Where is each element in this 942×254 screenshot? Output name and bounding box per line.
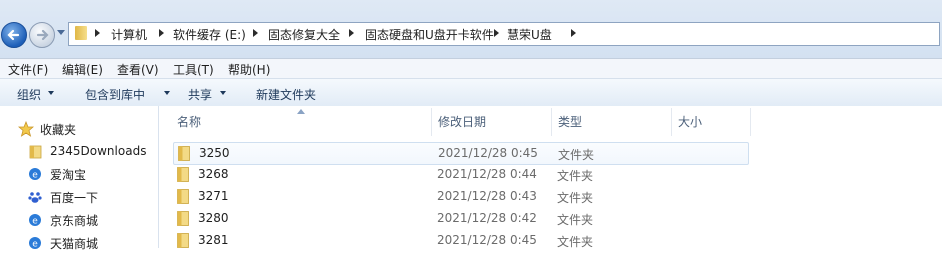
file-name: 3281 bbox=[198, 233, 229, 247]
arrow-left-icon bbox=[7, 29, 20, 41]
nav-label: 京东商城 bbox=[50, 214, 99, 228]
svg-text:e: e bbox=[32, 171, 38, 181]
dropdown-caret-icon bbox=[220, 91, 226, 95]
arrow-right-icon bbox=[36, 29, 49, 41]
file-modified: 2021/12/28 0:43 bbox=[437, 189, 537, 203]
file-type: 文件夹 bbox=[557, 169, 594, 183]
ie-link-icon: e bbox=[29, 168, 41, 181]
file-name: 3280 bbox=[198, 211, 229, 225]
breadcrumb-drive-e[interactable]: 软件缓存 (E:) bbox=[173, 26, 246, 43]
column-divider[interactable] bbox=[551, 108, 552, 136]
file-type: 文件夹 bbox=[557, 191, 594, 205]
file-row[interactable]: 3250 2021/12/28 0:45 文件夹 bbox=[173, 142, 749, 165]
nav-label: 爱淘宝 bbox=[50, 168, 87, 182]
file-modified: 2021/12/28 0:45 bbox=[438, 146, 538, 160]
file-modified: 2021/12/28 0:42 bbox=[437, 211, 537, 225]
dropdown-caret-icon bbox=[164, 91, 170, 95]
breadcrumb-mptool-software[interactable]: 固态硬盘和U盘开卡软件 bbox=[365, 26, 494, 43]
folder-icon bbox=[29, 145, 42, 159]
nav-label: 百度一下 bbox=[50, 191, 99, 205]
file-list: 名称 修改日期 类型 大小 3250 2021/12/28 0:45 文件夹 3… bbox=[159, 106, 942, 249]
column-header-name[interactable]: 名称 bbox=[177, 113, 201, 130]
menu-tools[interactable]: 工具(T) bbox=[173, 61, 214, 78]
folder-icon bbox=[75, 26, 87, 40]
nav-item-aitaobao[interactable]: e 爱淘宝 bbox=[0, 163, 158, 185]
address-bar[interactable]: 计算机 软件缓存 (E:) 固态修复大全 固态硬盘和U盘开卡软件 慧荣U盘 bbox=[68, 22, 940, 46]
file-modified: 2021/12/28 0:44 bbox=[437, 167, 537, 181]
breadcrumb-separator-icon[interactable] bbox=[349, 29, 354, 37]
share-button[interactable]: 共享 bbox=[188, 86, 212, 103]
file-name: 3271 bbox=[198, 189, 229, 203]
nav-item-favorites[interactable]: 收藏夹 bbox=[0, 118, 158, 140]
ie-link-icon: e bbox=[29, 214, 41, 227]
folder-icon bbox=[177, 233, 189, 248]
folder-icon bbox=[177, 167, 189, 182]
breadcrumb-separator-icon[interactable] bbox=[95, 29, 100, 37]
baidu-icon bbox=[28, 192, 42, 203]
file-row[interactable]: 3271 2021/12/28 0:43 文件夹 bbox=[173, 186, 747, 207]
file-name: 3268 bbox=[198, 167, 229, 181]
svg-text:e: e bbox=[32, 217, 38, 227]
breadcrumb-separator-icon[interactable] bbox=[159, 29, 164, 37]
column-header-type[interactable]: 类型 bbox=[558, 113, 582, 130]
file-row[interactable]: 3268 2021/12/28 0:44 文件夹 bbox=[173, 164, 747, 185]
folder-icon bbox=[177, 189, 189, 204]
breadcrumb-separator-icon[interactable] bbox=[494, 29, 499, 37]
menu-view[interactable]: 查看(V) bbox=[117, 61, 159, 78]
column-header-modified[interactable]: 修改日期 bbox=[438, 113, 486, 130]
breadcrumb-repair-collection[interactable]: 固态修复大全 bbox=[268, 26, 340, 43]
breadcrumb-computer[interactable]: 计算机 bbox=[111, 26, 147, 43]
recent-pages-chevron-icon[interactable] bbox=[57, 30, 65, 35]
column-divider[interactable] bbox=[671, 108, 672, 136]
nav-label: 2345Downloads bbox=[50, 144, 147, 158]
navigation-pane: 收藏夹 2345Downloads e 爱淘宝 百度一下 e 京东商城 e 天猫… bbox=[0, 106, 159, 251]
dropdown-caret-icon bbox=[48, 91, 54, 95]
command-bar: 组织 包含到库中 共享 新建文件夹 bbox=[0, 78, 942, 108]
nav-label: 天猫商城 bbox=[50, 237, 99, 251]
file-type: 文件夹 bbox=[557, 235, 594, 249]
organize-button[interactable]: 组织 bbox=[17, 86, 41, 103]
folder-icon bbox=[178, 146, 190, 161]
breadcrumb-current-folder[interactable]: 慧荣U盘 bbox=[507, 26, 552, 43]
back-button[interactable] bbox=[1, 22, 27, 48]
new-folder-button[interactable]: 新建文件夹 bbox=[256, 86, 316, 103]
folder-icon bbox=[177, 211, 189, 226]
file-type: 文件夹 bbox=[557, 213, 594, 227]
file-row[interactable]: 3280 2021/12/28 0:42 文件夹 bbox=[173, 208, 747, 229]
file-name: 3250 bbox=[199, 146, 230, 160]
file-type: 文件夹 bbox=[558, 148, 595, 162]
nav-item-tmall[interactable]: e 天猫商城 bbox=[0, 232, 158, 254]
nav-item-jd[interactable]: e 京东商城 bbox=[0, 209, 158, 231]
column-divider[interactable] bbox=[750, 108, 751, 136]
address-row: 计算机 软件缓存 (E:) 固态修复大全 固态硬盘和U盘开卡软件 慧荣U盘 bbox=[0, 0, 942, 58]
file-modified: 2021/12/28 0:45 bbox=[437, 233, 537, 247]
breadcrumb-separator-icon[interactable] bbox=[253, 29, 258, 37]
include-in-library-button[interactable]: 包含到库中 bbox=[85, 86, 145, 103]
star-icon bbox=[18, 121, 34, 137]
menu-file[interactable]: 文件(F) bbox=[8, 61, 48, 78]
breadcrumb-separator-icon[interactable] bbox=[571, 29, 576, 37]
menu-edit[interactable]: 编辑(E) bbox=[62, 61, 103, 78]
sort-ascending-icon bbox=[297, 109, 305, 114]
menu-bar: 文件(F) 编辑(E) 查看(V) 工具(T) 帮助(H) bbox=[0, 58, 942, 79]
nav-item-2345downloads[interactable]: 2345Downloads bbox=[0, 141, 158, 163]
nav-label: 收藏夹 bbox=[40, 123, 77, 137]
menu-help[interactable]: 帮助(H) bbox=[228, 61, 270, 78]
forward-button[interactable] bbox=[29, 22, 55, 48]
column-divider[interactable] bbox=[431, 108, 432, 136]
svg-text:e: e bbox=[32, 240, 38, 250]
nav-item-baidu[interactable]: 百度一下 bbox=[0, 186, 158, 208]
column-header-size[interactable]: 大小 bbox=[678, 113, 702, 130]
